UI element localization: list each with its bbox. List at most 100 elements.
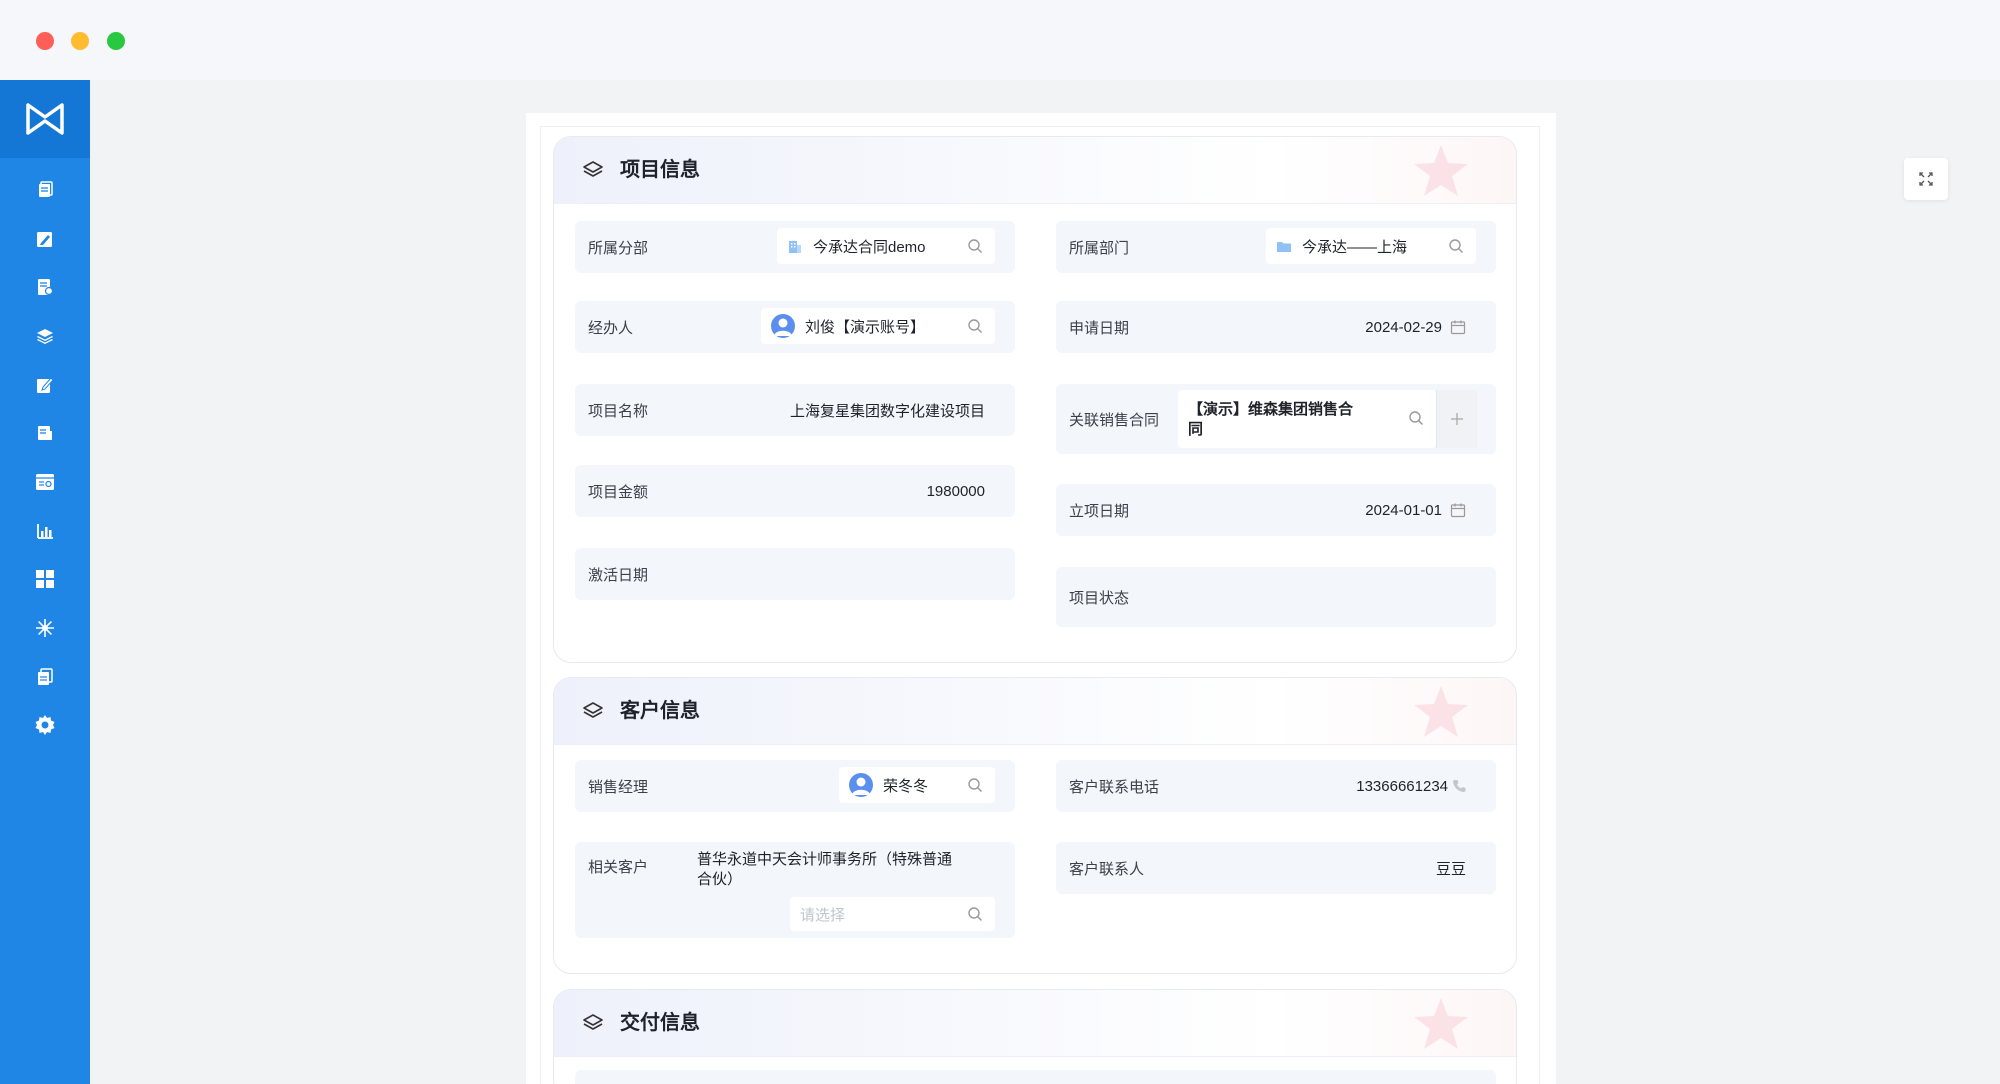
related-customer-select[interactable]: 请选择	[790, 897, 995, 931]
minimize-window-button[interactable]	[71, 32, 89, 50]
branch-field: 所属分部 今承达合同demo	[575, 221, 1015, 273]
activate-date-label: 激活日期	[588, 566, 649, 584]
sidebar	[0, 80, 90, 1084]
sales-manager-field: 销售经理 荣冬冬	[575, 760, 1015, 812]
folder-icon	[1276, 238, 1292, 254]
contact-label: 客户联系人	[1069, 860, 1145, 878]
card-header: 交付信息	[554, 990, 1516, 1057]
sales-contract-label: 关联销售合同	[1069, 411, 1160, 429]
related-customer-line2: 合伙）	[697, 871, 743, 888]
amount-value: 1980000	[926, 482, 985, 500]
phone-value: 13366661234	[1356, 777, 1448, 795]
bar-chart-icon[interactable]	[33, 519, 57, 543]
add-contract-button[interactable]	[1436, 390, 1477, 448]
start-date-value: 2024-01-01	[1365, 501, 1442, 519]
delivery-info-card: 交付信息	[553, 989, 1517, 1084]
contact-field[interactable]: 客户联系人 豆豆	[1056, 842, 1496, 894]
related-customer-value: 普华永道中天会计师事务所（特殊普通 合伙）	[697, 850, 952, 890]
card-header: 项目信息	[554, 137, 1516, 204]
related-customer-label: 相关客户	[588, 859, 649, 876]
handler-value: 刘俊【演示账号】	[805, 318, 926, 336]
apply-date-field[interactable]: 申请日期 2024-02-29	[1056, 301, 1496, 353]
calendar-icon[interactable]	[1450, 319, 1466, 335]
contact-value: 豆豆	[1435, 860, 1466, 878]
start-date-field[interactable]: 立项日期 2024-01-01	[1056, 484, 1496, 536]
sales-manager-value: 荣冬冬	[883, 777, 929, 795]
avatar	[771, 314, 795, 338]
sales-manager-select[interactable]: 荣冬冬	[839, 767, 995, 803]
sales-contract-value-line2: 同	[1188, 421, 1204, 438]
related-customer-placeholder: 请选择	[800, 906, 846, 924]
layers-icon	[583, 161, 603, 177]
department-value: 今承达——上海	[1302, 238, 1408, 256]
sales-contract-value-line1: 【演示】维森集团销售合	[1188, 401, 1354, 418]
project-name-value: 上海复星集团数字化建设项目	[789, 402, 985, 420]
status-label: 项目状态	[1069, 589, 1130, 607]
report-icon[interactable]	[33, 275, 57, 299]
gear-icon[interactable]	[33, 713, 57, 737]
search-icon[interactable]	[967, 777, 983, 793]
department-field: 所属部门 今承达——上海	[1056, 221, 1496, 273]
snowflake-icon[interactable]	[33, 616, 57, 640]
sales-contract-select[interactable]: 【演示】维森集团销售合 同	[1178, 390, 1436, 448]
amount-label: 项目金额	[588, 483, 649, 501]
related-customer-field: 相关客户 普华永道中天会计师事务所（特殊普通 合伙） 请选择	[575, 842, 1015, 938]
star-decoration-icon	[1414, 145, 1468, 196]
sales-contract-field: 关联销售合同 【演示】维森集团销售合 同	[1056, 384, 1496, 454]
grid-icon[interactable]	[33, 567, 57, 591]
section-title: 交付信息	[620, 1012, 700, 1034]
copy-icon[interactable]	[33, 665, 57, 689]
search-list-icon[interactable]	[33, 470, 57, 494]
phone-label: 客户联系电话	[1069, 778, 1160, 796]
layers-icon	[583, 702, 603, 718]
status-field[interactable]: 项目状态	[1056, 567, 1496, 627]
write-icon[interactable]	[33, 373, 57, 397]
window-titlebar	[0, 0, 2000, 80]
branch-value: 今承达合同demo	[813, 238, 926, 256]
handler-field: 经办人 刘俊【演示账号】	[575, 301, 1015, 353]
close-window-button[interactable]	[36, 32, 54, 50]
card-header: 客户信息	[554, 678, 1516, 745]
handler-select[interactable]: 刘俊【演示账号】	[761, 308, 995, 344]
layers-icon	[583, 1014, 603, 1030]
phone-field[interactable]: 客户联系电话 13366661234	[1056, 760, 1496, 812]
avatar	[849, 773, 873, 797]
plus-icon	[1451, 413, 1463, 425]
activate-date-field[interactable]: 激活日期	[575, 548, 1015, 600]
department-label: 所属部门	[1069, 239, 1130, 257]
maximize-window-button[interactable]	[107, 32, 125, 50]
star-decoration-icon	[1414, 998, 1468, 1049]
project-info-card: 项目信息 所属分部 今承达合同demo 所属部门 今承达——上海 经办人 刘俊【…	[553, 136, 1517, 663]
handler-label: 经办人	[588, 319, 634, 337]
file-icon[interactable]	[33, 421, 57, 445]
app-logo[interactable]	[0, 80, 90, 158]
start-date-label: 立项日期	[1069, 502, 1130, 520]
calendar-icon[interactable]	[1450, 502, 1466, 518]
customer-info-card: 客户信息 销售经理 荣冬冬 客户联系电话 13366661234 相关客户 普华…	[553, 677, 1517, 974]
search-icon[interactable]	[967, 906, 983, 922]
fullscreen-button[interactable]	[1904, 158, 1948, 200]
branch-select[interactable]: 今承达合同demo	[777, 228, 995, 264]
building-icon	[787, 238, 803, 254]
logo-icon	[26, 103, 64, 135]
department-select[interactable]: 今承达——上海	[1266, 228, 1476, 264]
section-title: 项目信息	[620, 159, 700, 181]
search-icon[interactable]	[967, 238, 983, 254]
star-decoration-icon	[1414, 686, 1468, 737]
document-icon[interactable]	[33, 178, 57, 202]
expand-icon	[1919, 172, 1933, 186]
apply-date-label: 申请日期	[1069, 319, 1130, 337]
amount-field[interactable]: 项目金额 1980000	[575, 465, 1015, 517]
search-icon[interactable]	[967, 318, 983, 334]
layers-icon[interactable]	[33, 324, 57, 348]
related-customer-line1: 普华永道中天会计师事务所（特殊普通	[697, 851, 953, 868]
edit-icon[interactable]	[33, 227, 57, 251]
project-name-field[interactable]: 项目名称 上海复星集团数字化建设项目	[575, 384, 1015, 436]
search-icon[interactable]	[1408, 410, 1424, 426]
branch-label: 所属分部	[588, 239, 649, 257]
sales-manager-label: 销售经理	[588, 778, 649, 796]
search-icon[interactable]	[1448, 238, 1464, 254]
delivery-field	[575, 1070, 1496, 1084]
apply-date-value: 2024-02-29	[1365, 318, 1442, 336]
project-name-label: 项目名称	[588, 402, 649, 420]
